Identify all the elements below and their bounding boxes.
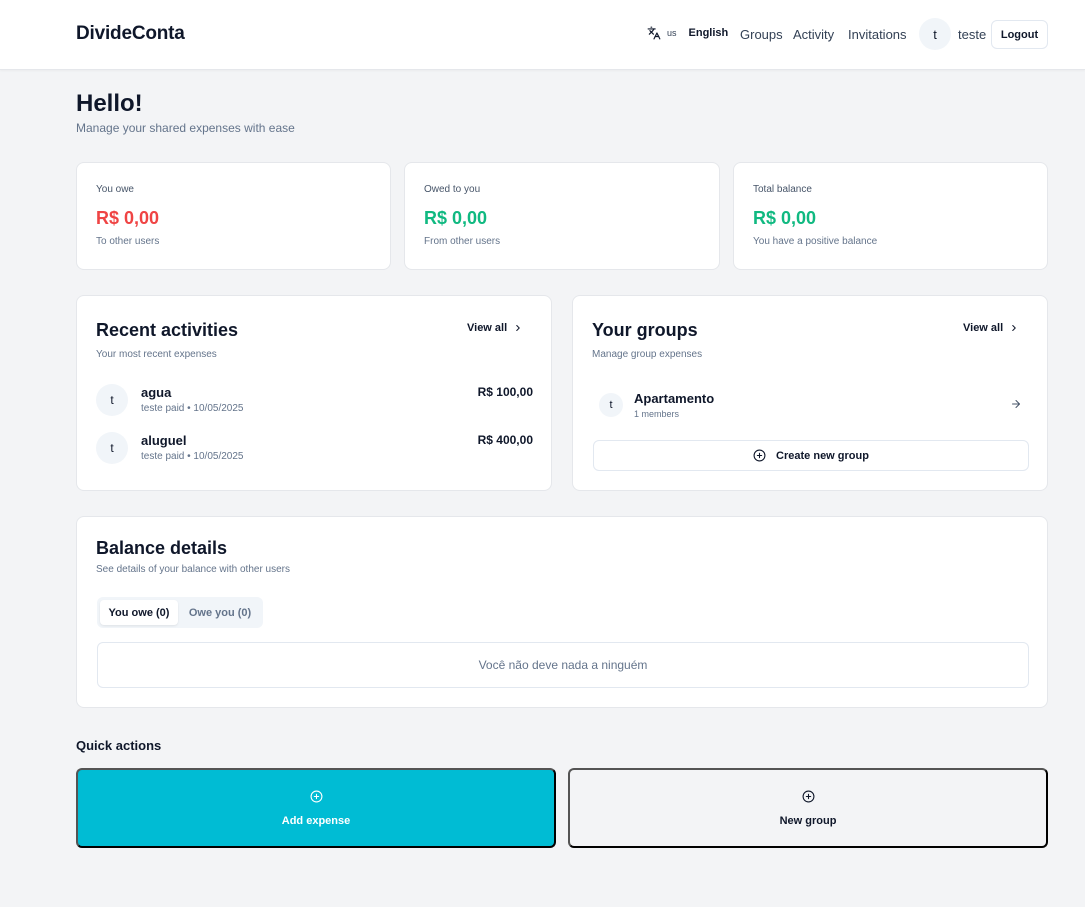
- create-new-group-button[interactable]: Create new group: [593, 440, 1029, 471]
- chevron-right-icon: [1009, 323, 1019, 333]
- plus-circle-icon: [310, 790, 323, 803]
- section-subtitle: Manage group expenses: [592, 349, 703, 360]
- view-all-activities-link[interactable]: View all: [467, 322, 523, 334]
- section-title: Balance details: [96, 538, 228, 558]
- tab-you-owe[interactable]: You owe (0): [100, 600, 178, 625]
- plus-circle-icon: [753, 449, 766, 462]
- brand-logo[interactable]: DivideConta: [76, 23, 185, 45]
- activity-meta: teste paid • 10/05/2025: [141, 451, 244, 462]
- stat-subtitle: To other users: [96, 236, 160, 247]
- create-group-label: Create new group: [776, 449, 869, 462]
- stat-label: You owe: [96, 184, 134, 195]
- stat-subtitle: You have a positive balance: [753, 236, 878, 247]
- page-title: Hello!: [76, 90, 143, 117]
- username: teste: [958, 27, 987, 42]
- tab-owe-you[interactable]: Owe you (0): [181, 600, 259, 625]
- activity-avatar: t: [96, 384, 128, 416]
- nav-invitations[interactable]: Invitations: [848, 27, 907, 42]
- logout-button[interactable]: Logout: [991, 20, 1048, 49]
- nav-activity[interactable]: Activity: [793, 27, 834, 42]
- your-groups-card: Your groups Manage group expenses View a…: [572, 295, 1048, 491]
- language-selector[interactable]: us English: [647, 26, 728, 40]
- group-members: 1 members: [634, 409, 680, 419]
- chevron-right-icon: [513, 323, 523, 333]
- stat-value: R$ 0,00: [424, 208, 488, 228]
- section-title: Recent activities: [96, 320, 239, 340]
- plus-circle-icon: [802, 790, 815, 803]
- activity-amount: R$ 100,00: [477, 385, 533, 399]
- empty-state: Você não deve nada a ninguém: [97, 642, 1029, 688]
- activity-title: aluguel: [141, 433, 187, 448]
- stat-card-you-owe: You owe R$ 0,00 To other users: [76, 162, 391, 270]
- add-expense-label: Add expense: [281, 814, 351, 827]
- user-avatar[interactable]: t: [919, 18, 951, 50]
- arrow-right-icon[interactable]: [1010, 398, 1022, 410]
- quick-actions-title: Quick actions: [76, 738, 162, 753]
- language-code: us: [667, 28, 677, 38]
- stat-value: R$ 0,00: [96, 208, 160, 228]
- page-subtitle: Manage your shared expenses with ease: [76, 121, 295, 135]
- view-all-label: View all: [467, 322, 508, 334]
- activity-amount: R$ 400,00: [477, 433, 533, 447]
- balance-tabs: You owe (0) Owe you (0): [97, 597, 263, 628]
- new-group-button[interactable]: New group: [568, 768, 1048, 848]
- stat-label: Total balance: [753, 184, 812, 195]
- view-all-groups-link[interactable]: View all: [963, 322, 1019, 334]
- stat-label: Owed to you: [424, 184, 481, 195]
- activity-meta: teste paid • 10/05/2025: [141, 403, 244, 414]
- stat-subtitle: From other users: [424, 236, 501, 247]
- nav-groups[interactable]: Groups: [740, 27, 783, 42]
- recent-activities-card: Recent activities Your most recent expen…: [76, 295, 552, 491]
- language-name: English: [688, 27, 729, 39]
- stat-value: R$ 0,00: [753, 208, 817, 228]
- balance-details-card: Balance details See details of your bala…: [76, 516, 1048, 708]
- group-avatar: t: [599, 393, 623, 417]
- section-title: Your groups: [592, 320, 698, 340]
- stat-card-total-balance: Total balance R$ 0,00 You have a positiv…: [733, 162, 1048, 270]
- stat-card-owed-to-you: Owed to you R$ 0,00 From other users: [404, 162, 720, 270]
- group-name: Apartamento: [634, 391, 715, 406]
- top-header: DivideConta us English Groups Activity I…: [0, 0, 1085, 70]
- activity-title: agua: [141, 385, 172, 400]
- translate-icon: [647, 26, 661, 40]
- view-all-label: View all: [963, 322, 1004, 334]
- section-subtitle: Your most recent expenses: [96, 349, 217, 360]
- new-group-label: New group: [779, 814, 837, 827]
- activity-avatar: t: [96, 432, 128, 464]
- section-subtitle: See details of your balance with other u…: [96, 564, 290, 575]
- add-expense-button[interactable]: Add expense: [76, 768, 556, 848]
